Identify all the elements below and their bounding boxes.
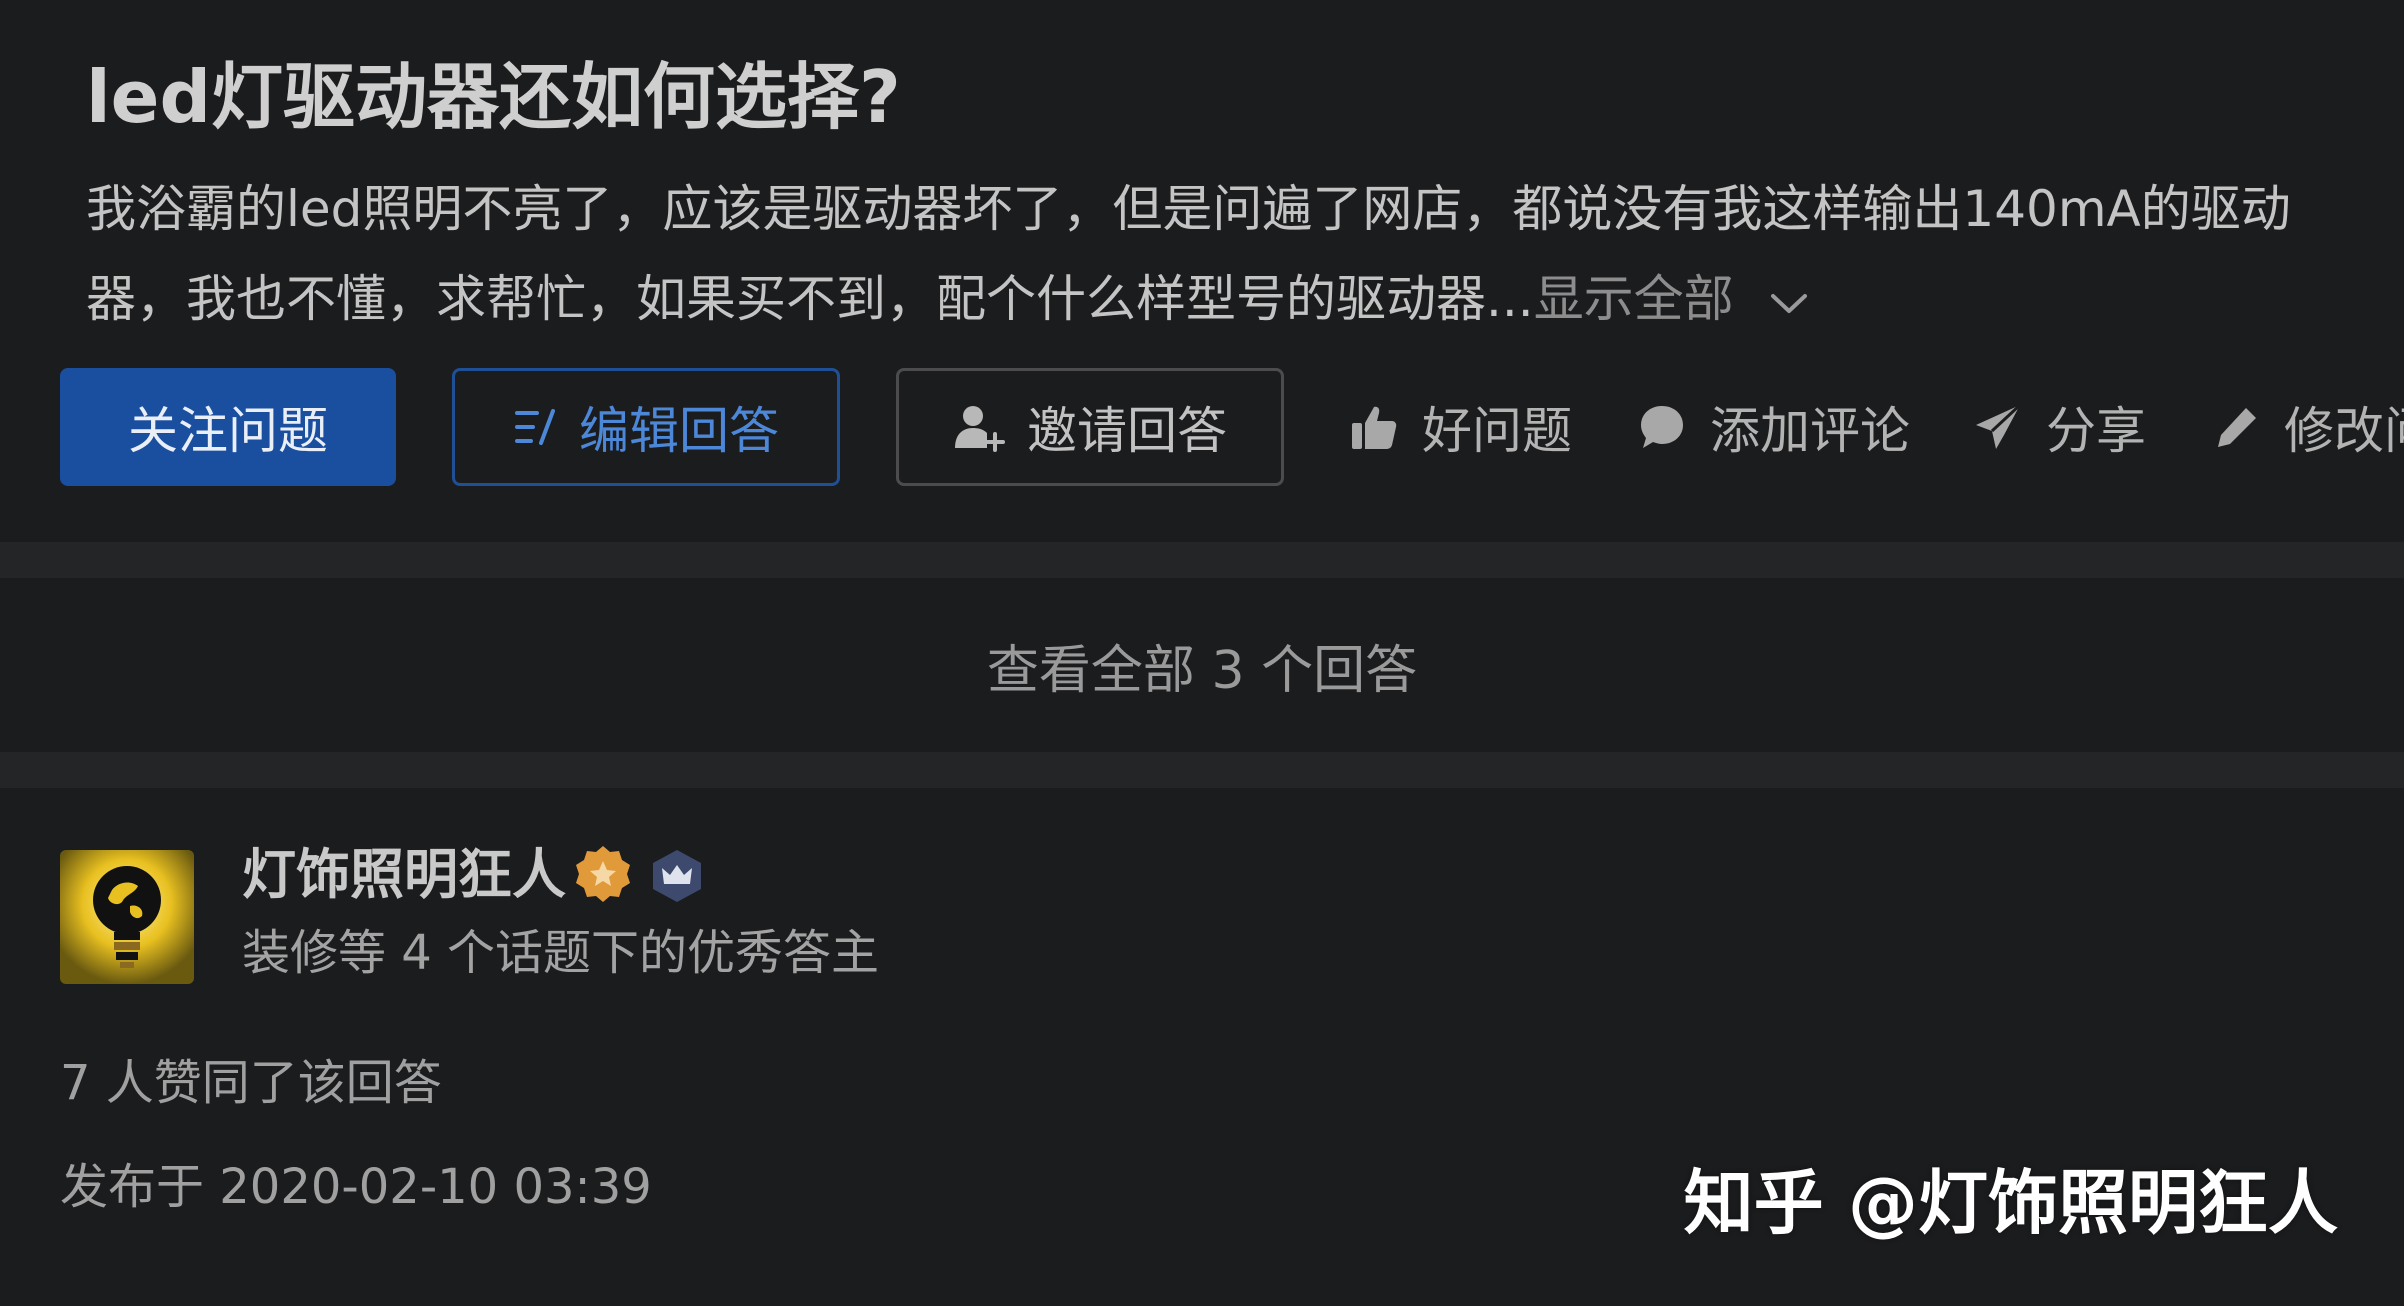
share-label: 分享 [2046, 402, 2146, 460]
section-divider [0, 752, 2404, 788]
published-time: 发布于 2020-02-10 03:39 [60, 1159, 652, 1215]
good-question-label: 好问题 [1422, 402, 1572, 460]
description-line-2-text: 器，我也不懂，求帮忙，如果买不到，配个什么样型号的驱动器... [86, 270, 1534, 328]
question-page: led灯驱动器还如何选择? 我浴霸的led照明不亮了，应该是驱动器坏了，但是问遍… [0, 0, 2404, 1306]
question-actions-bar: 关注问题 编辑回答 邀请回答 好问题 添加评论 分享 修改 [60, 368, 2404, 488]
edit-answer-label: 编辑回答 [579, 402, 779, 460]
good-question-button[interactable]: 好问题 [1350, 368, 1572, 486]
pencil-icon [2214, 404, 2260, 450]
modify-question-label: 修改问 [2284, 402, 2404, 460]
watermark: 知乎 @灯饰照明狂人 [1683, 1162, 2338, 1244]
edit-answer-button[interactable]: 编辑回答 [452, 368, 840, 486]
invite-user-icon [953, 402, 1005, 452]
add-comment-button[interactable]: 添加评论 [1638, 368, 1910, 486]
question-description: 我浴霸的led照明不亮了，应该是驱动器坏了，但是问遍了网店，都说没有我这样输出1… [86, 164, 2386, 344]
follow-question-button[interactable]: 关注问题 [60, 368, 396, 486]
avatar[interactable] [60, 850, 194, 984]
show-all-link[interactable]: 显示全部 [1534, 270, 1734, 328]
likes-count-text[interactable]: 7 人赞同了该回答 [60, 1048, 442, 1118]
follow-question-label: 关注问题 [128, 402, 328, 460]
section-divider [0, 542, 2404, 578]
invite-answer-button[interactable]: 邀请回答 [896, 368, 1284, 486]
description-line-2: 器，我也不懂，求帮忙，如果买不到，配个什么样型号的驱动器...显示全部 [86, 254, 2386, 344]
share-button[interactable]: 分享 [1974, 368, 2146, 486]
question-title[interactable]: led灯驱动器还如何选择? [86, 52, 901, 142]
modify-question-button[interactable]: 修改问 [2214, 368, 2404, 486]
invite-answer-label: 邀请回答 [1027, 402, 1227, 460]
add-comment-label: 添加评论 [1710, 402, 1910, 460]
author-badge-description[interactable]: 装修等 4 个话题下的优秀答主 [242, 918, 879, 988]
view-all-answers-link[interactable]: 查看全部 3 个回答 [0, 578, 2404, 752]
edit-lines-icon [513, 407, 557, 447]
thumbs-up-icon [1350, 403, 1398, 451]
author-name[interactable]: 灯饰照明狂人 [242, 840, 566, 910]
excellent-answerer-badge-icon[interactable] [572, 844, 634, 910]
comment-bubble-icon [1638, 403, 1686, 451]
chevron-down-icon[interactable] [1770, 254, 1808, 344]
description-line-1: 我浴霸的led照明不亮了，应该是驱动器坏了，但是问遍了网店，都说没有我这样输出1… [86, 180, 2291, 238]
crown-badge-icon[interactable] [650, 848, 704, 908]
paper-plane-icon [1974, 403, 2022, 451]
